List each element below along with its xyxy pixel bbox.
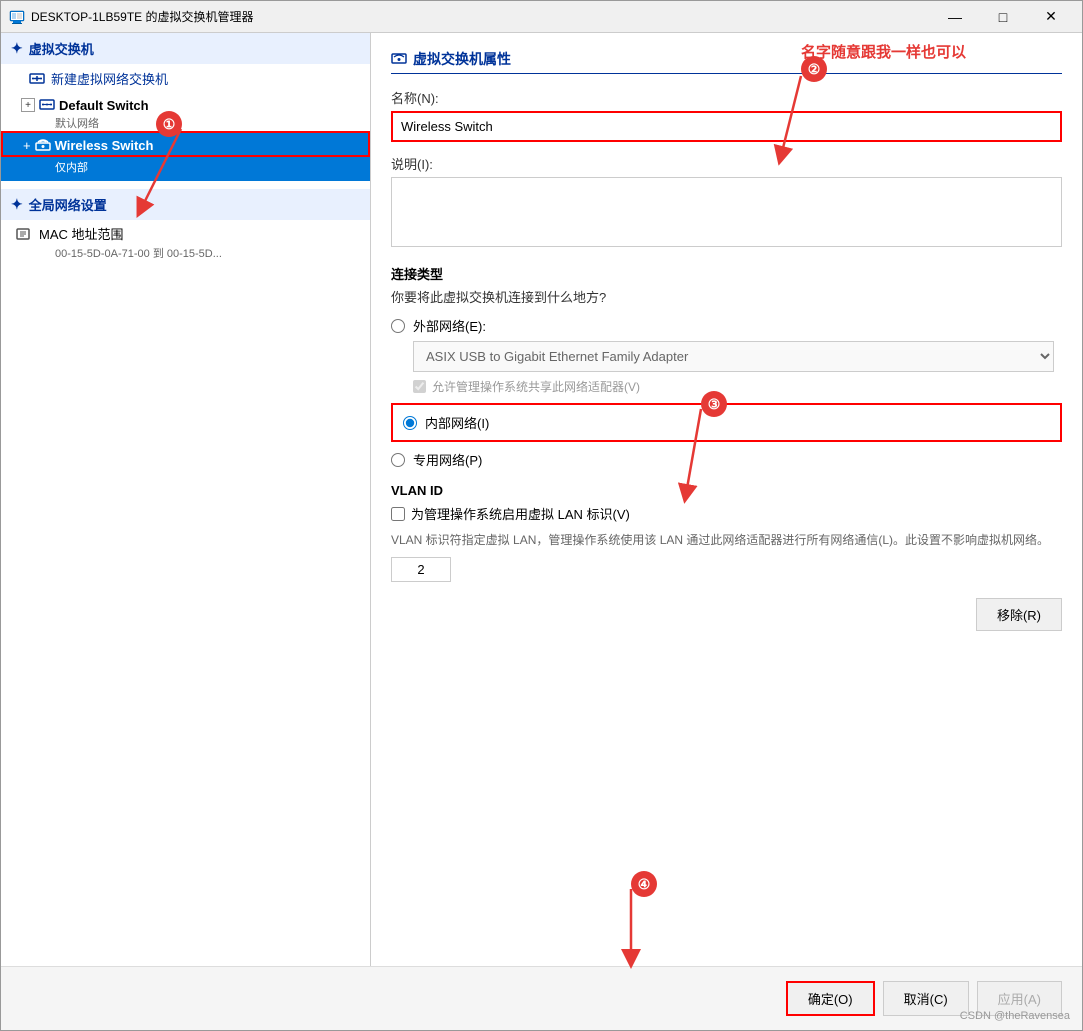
new-switch-icon (29, 71, 45, 87)
external-network-radio[interactable] (391, 319, 405, 333)
external-network-radio-item: 外部网络(E): (391, 316, 1062, 335)
vlan-input[interactable] (391, 557, 451, 582)
mac-address-label: MAC 地址范围 (39, 224, 124, 243)
main-window: DESKTOP-1LB59TE 的虚拟交换机管理器 — □ ✕ ✦ 虚拟交换机 (0, 0, 1083, 1031)
allow-management-checkbox (413, 380, 426, 393)
remove-button-row: 移除(R) (391, 598, 1062, 631)
watermark: CSDN @theRavensea (960, 1010, 1070, 1022)
annotation-4: ④ (631, 871, 657, 897)
mac-address-value: 00-15-5D-0A-71-00 到 00-15-5D... (1, 245, 370, 261)
mac-icon (15, 226, 31, 242)
ok-button[interactable]: 确定(O) (786, 981, 875, 1016)
internal-network-radio[interactable] (403, 416, 417, 430)
props-icon (391, 51, 407, 67)
internal-network-label: 内部网络(I) (425, 413, 489, 432)
private-network-radio[interactable] (391, 453, 405, 467)
wireless-switch-icon (35, 137, 51, 153)
minimize-button[interactable]: — (932, 1, 978, 33)
title-bar: DESKTOP-1LB59TE 的虚拟交换机管理器 — □ ✕ (1, 1, 1082, 33)
cancel-button[interactable]: 取消(C) (883, 981, 969, 1016)
props-header-text: 虚拟交换机属性 (413, 49, 511, 69)
virtual-switch-label: 虚拟交换机 (29, 39, 94, 58)
virtual-switch-section-header: ✦ 虚拟交换机 (1, 33, 370, 64)
default-switch-label: Default Switch (59, 98, 149, 113)
vlan-checkbox-label: 为管理操作系统启用虚拟 LAN 标识(V) (411, 504, 630, 523)
window-title: DESKTOP-1LB59TE 的虚拟交换机管理器 (31, 8, 932, 25)
arrow-2-svg (761, 66, 861, 176)
app-icon (9, 9, 25, 25)
maximize-button[interactable]: □ (980, 1, 1026, 33)
remove-button[interactable]: 移除(R) (976, 598, 1062, 631)
name-field-label: 名称(N): (391, 88, 1062, 107)
connection-type-title: 连接类型 (391, 264, 1062, 283)
new-switch-label: 新建虚拟网络交换机 (51, 69, 168, 88)
global-network-label: 全局网络设置 (29, 195, 107, 214)
expand-default-switch[interactable]: + (21, 98, 35, 112)
allow-management-label: 允许管理操作系统共享此网络适配器(V) (432, 378, 640, 395)
bottom-buttons: 确定(O) 取消(C) 应用(A) (1, 966, 1082, 1030)
annotation-3: ③ (701, 391, 727, 417)
vlan-checkbox[interactable] (391, 507, 405, 521)
external-network-label: 外部网络(E): (413, 316, 486, 335)
name-input[interactable] (391, 111, 1062, 142)
arrow-3-svg (661, 399, 761, 519)
description-textarea[interactable] (391, 177, 1062, 247)
expand-wireless-switch[interactable]: + (23, 138, 31, 153)
private-network-label: 专用网络(P) (413, 450, 482, 469)
global-star-icon: ✦ (11, 196, 23, 213)
adapter-dropdown[interactable]: ASIX USB to Gigabit Ethernet Family Adap… (413, 341, 1054, 372)
window-controls: — □ ✕ (932, 1, 1074, 33)
close-button[interactable]: ✕ (1028, 1, 1074, 33)
default-switch-icon (39, 97, 55, 113)
allow-management-row: 允许管理操作系统共享此网络适配器(V) (413, 378, 1062, 395)
new-virtual-switch-item[interactable]: 新建虚拟网络交换机 (1, 64, 370, 93)
connection-type-desc: 你要将此虚拟交换机连接到什么地方? (391, 287, 1062, 306)
arrow-1-svg (121, 119, 241, 239)
description-field-label: 说明(I): (391, 154, 1062, 173)
star-icon: ✦ (11, 40, 23, 57)
default-switch-group[interactable]: + Default Switch (1, 93, 370, 115)
note-text: 名字随意跟我一样也可以 (801, 41, 966, 62)
annotation-1: ① (156, 111, 182, 137)
vlan-description: VLAN 标识符指定虚拟 LAN，管理操作系统使用该 LAN 通过此网络适配器进… (391, 531, 1062, 549)
